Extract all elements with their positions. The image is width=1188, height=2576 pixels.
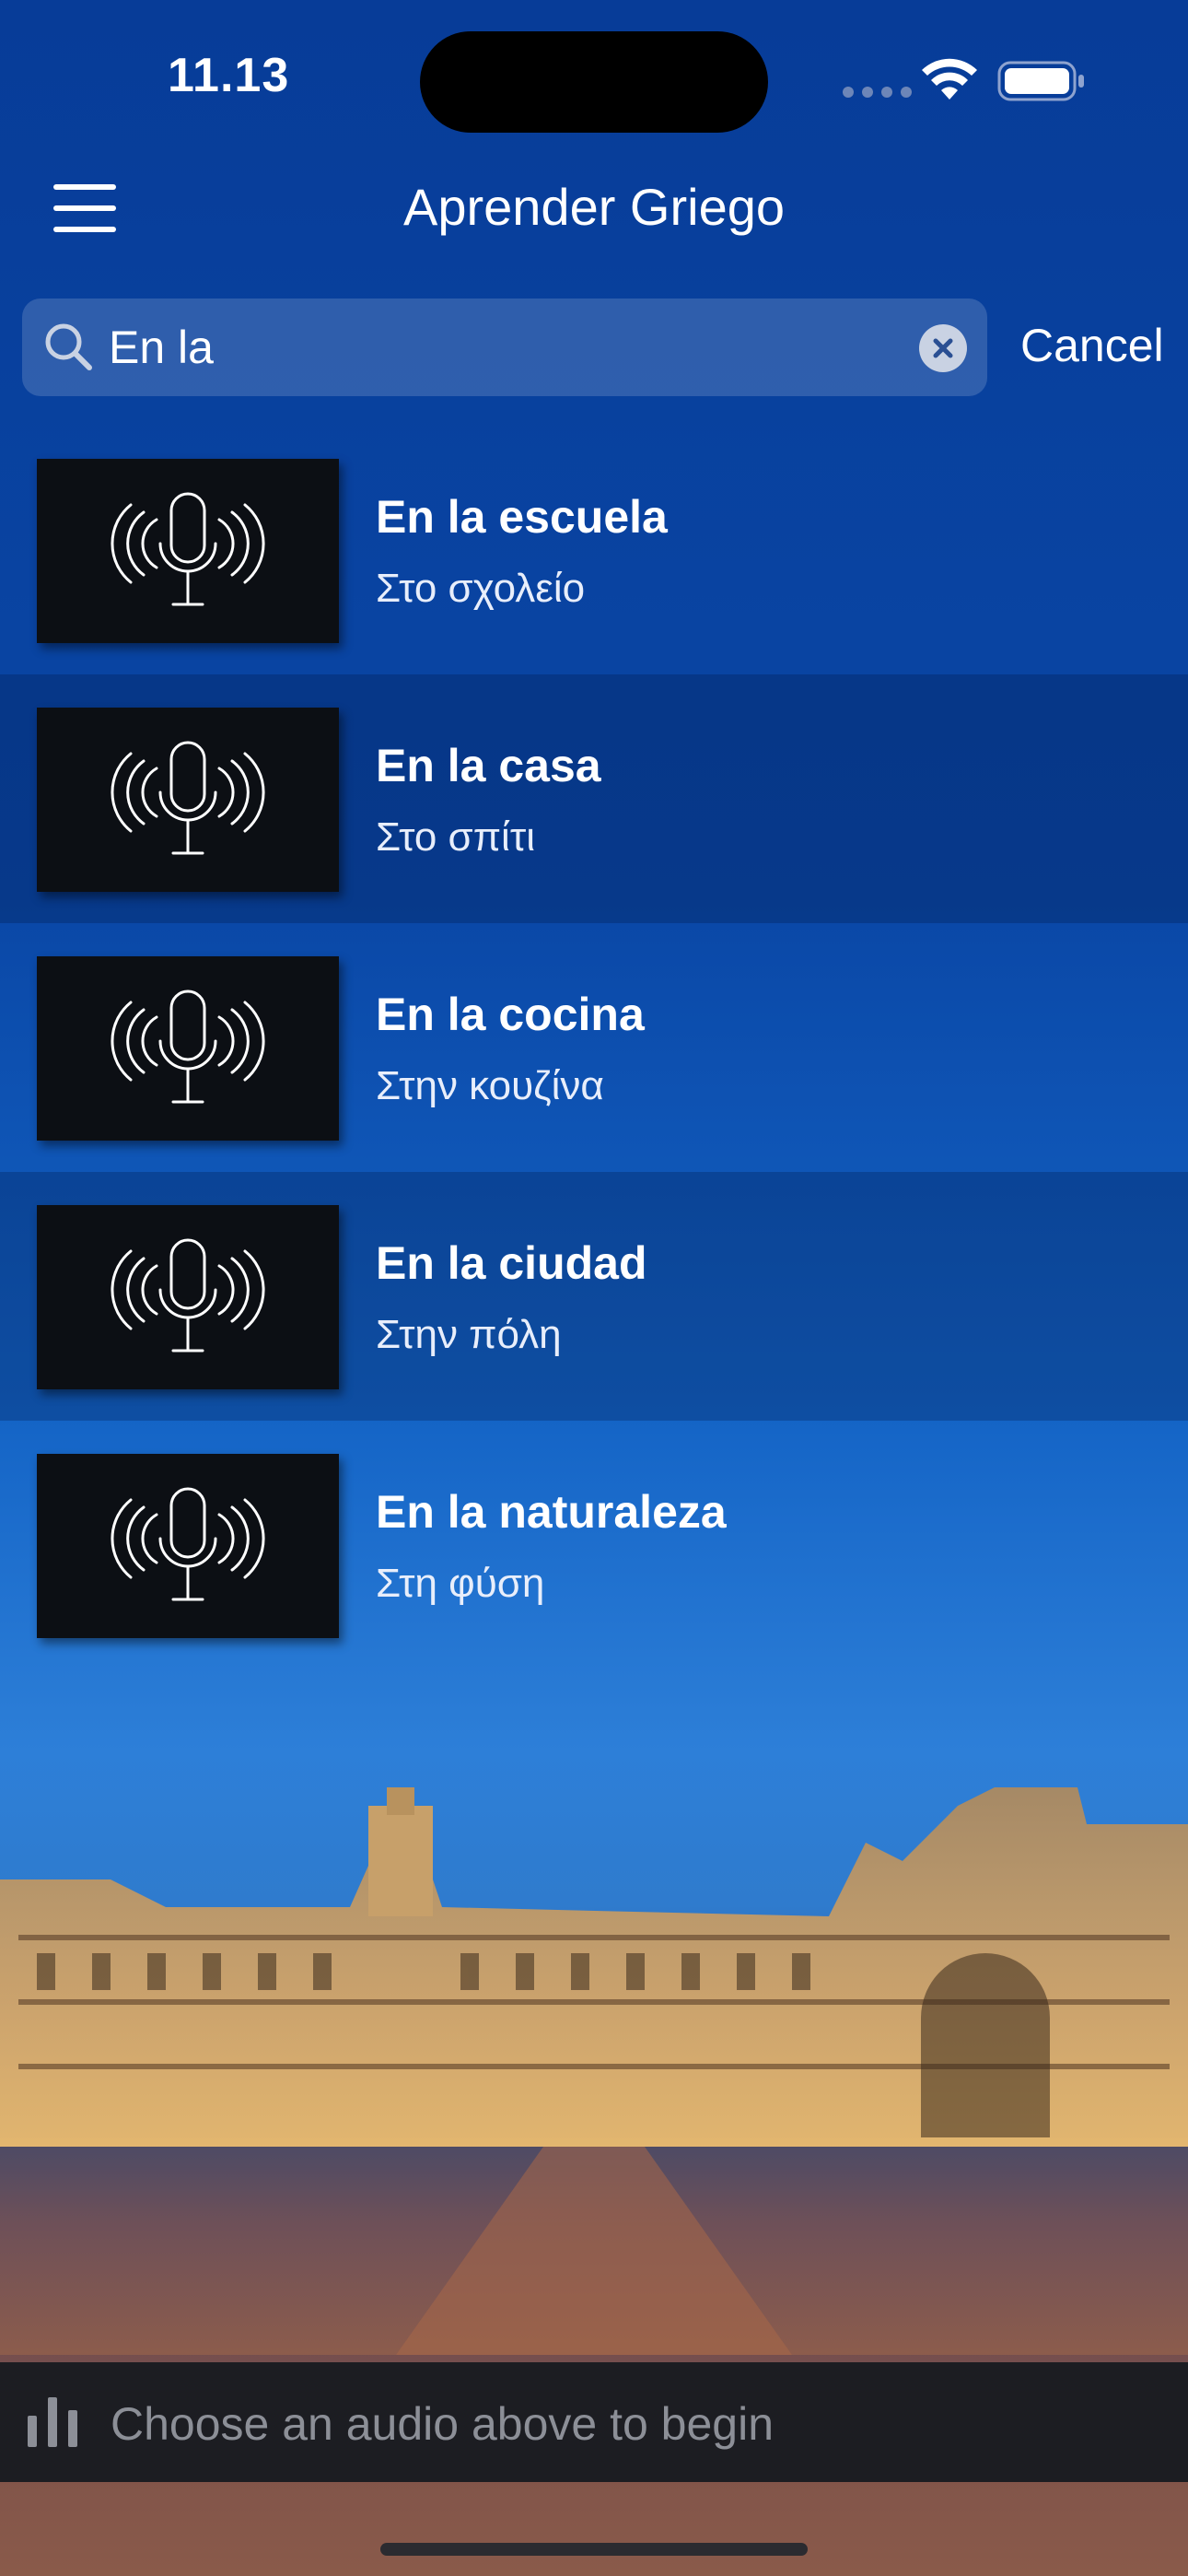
list-item[interactable]: En la cocina Στην κουζίνα <box>0 923 1188 1172</box>
clear-search-icon[interactable] <box>919 324 967 372</box>
item-subtitle: Στο σχολείο <box>376 566 586 611</box>
microphone-thumbnail <box>37 459 339 643</box>
microphone-broadcast-icon <box>111 1487 265 1601</box>
home-indicator <box>380 2543 808 2556</box>
item-title: En la cocina <box>376 989 645 1040</box>
microphone-broadcast-icon <box>111 741 265 855</box>
list-item[interactable]: En la casa Στο σπίτι <box>0 674 1188 923</box>
microphone-thumbnail <box>37 1205 339 1389</box>
search-field[interactable] <box>22 299 987 396</box>
wifi-icon <box>922 58 977 100</box>
audio-player-bar[interactable]: Choose an audio above to begin <box>0 2362 1188 2482</box>
dynamic-island <box>420 31 768 133</box>
search-icon <box>45 323 92 370</box>
item-title: En la ciudad <box>376 1237 647 1289</box>
item-title: En la casa <box>376 740 601 791</box>
search-row: Cancel <box>22 299 1173 396</box>
list-item[interactable]: En la escuela Στο σχολείο <box>0 426 1188 674</box>
background-building-photo <box>0 1787 1188 2355</box>
list-item[interactable]: En la naturaleza Στη φύση <box>0 1421 1188 1669</box>
item-title: En la naturaleza <box>376 1486 727 1538</box>
item-subtitle: Στη φύση <box>376 1561 545 1606</box>
audio-bars-icon <box>28 2397 77 2447</box>
microphone-thumbnail <box>37 708 339 892</box>
search-input[interactable] <box>109 308 919 387</box>
cellular-signal-icon <box>843 87 912 98</box>
item-title: En la escuela <box>376 491 668 543</box>
list-item[interactable]: En la ciudad Στην πόλη <box>0 1172 1188 1421</box>
microphone-thumbnail <box>37 956 339 1141</box>
item-subtitle: Στο σπίτι <box>376 814 535 860</box>
status-bar: 11.13 <box>0 0 1188 138</box>
microphone-broadcast-icon <box>111 1238 265 1352</box>
page-title: Aprender Griego <box>402 178 785 236</box>
player-status-text: Choose an audio above to begin <box>111 2398 775 2450</box>
results-list: En la escuela Στο σχολείο En la casa Στο… <box>0 426 1188 1669</box>
item-subtitle: Στην πόλη <box>376 1312 562 1357</box>
battery-icon <box>997 61 1084 101</box>
item-subtitle: Στην κουζίνα <box>376 1063 604 1108</box>
navigation-bar: Aprender Griego <box>0 157 1188 258</box>
microphone-broadcast-icon <box>111 492 265 606</box>
microphone-thumbnail <box>37 1454 339 1638</box>
microphone-broadcast-icon <box>111 989 265 1104</box>
status-time: 11.13 <box>168 49 290 102</box>
cancel-button[interactable]: Cancel <box>1020 319 1164 372</box>
